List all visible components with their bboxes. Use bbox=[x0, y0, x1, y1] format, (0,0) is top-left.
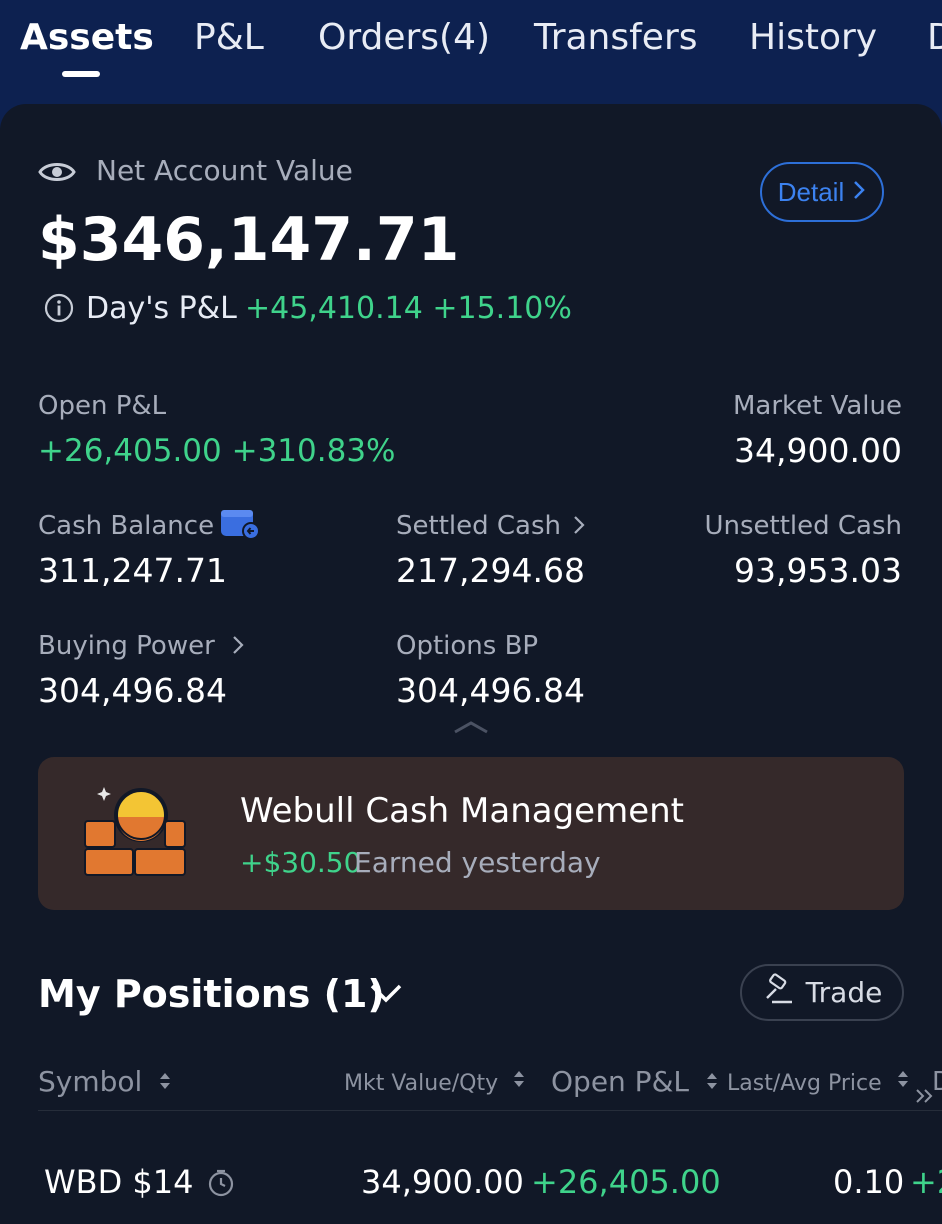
position-open-pl: +26,405.00 bbox=[531, 1163, 721, 1201]
clock-icon bbox=[206, 1168, 236, 1202]
chevron-down-icon[interactable] bbox=[368, 980, 404, 1010]
tab-history[interactable]: History bbox=[749, 14, 877, 62]
position-mkt-value: 34,900.00 bbox=[361, 1163, 524, 1201]
settled-cash-value: 217,294.68 bbox=[396, 551, 585, 590]
trade-label: Trade bbox=[805, 976, 883, 1009]
column-open-pl-label: Open P&L bbox=[551, 1065, 690, 1098]
net-account-value: $346,147.71 bbox=[38, 205, 460, 275]
options-bp-value: 304,496.84 bbox=[396, 671, 585, 710]
tab-pl[interactable]: P&L bbox=[194, 14, 264, 62]
column-last-avg-price-label: Last/Avg Price bbox=[727, 1071, 882, 1096]
settled-cash-label[interactable]: Settled Cash bbox=[396, 509, 561, 543]
cash-balance-label: Cash Balance bbox=[38, 511, 215, 541]
double-chevron-icon[interactable] bbox=[914, 1086, 938, 1110]
options-bp-label: Options BP bbox=[396, 631, 539, 661]
column-mkt-value-label: Mkt Value/Qty bbox=[344, 1071, 499, 1096]
sort-icon bbox=[159, 1066, 171, 1100]
top-tab-bar: Assets P&L Orders(4) Transfers History D bbox=[0, 0, 942, 120]
promo-earned-text: Earned yesterday bbox=[354, 846, 601, 879]
tab-more[interactable]: D bbox=[927, 14, 942, 62]
chevron-right-icon[interactable] bbox=[231, 634, 245, 660]
chevron-right-icon[interactable] bbox=[572, 514, 586, 540]
open-pl-label: Open P&L bbox=[38, 391, 167, 421]
tab-transfers[interactable]: Transfers bbox=[534, 14, 698, 62]
promo-title: Webull Cash Management bbox=[240, 791, 684, 831]
market-value: 34,900.00 bbox=[734, 431, 902, 470]
column-open-pl[interactable]: Open P&L bbox=[551, 1065, 718, 1100]
chevron-right-icon bbox=[852, 177, 866, 208]
open-pl-value: +26,405.00 +310.83% bbox=[38, 433, 396, 469]
net-account-label: Net Account Value bbox=[96, 154, 353, 187]
tab-orders[interactable]: Orders(4) bbox=[318, 14, 490, 62]
trade-button[interactable]: Trade bbox=[740, 964, 904, 1021]
gavel-icon bbox=[762, 973, 796, 1012]
sort-icon bbox=[513, 1067, 525, 1101]
unsettled-cash-value: 93,953.03 bbox=[734, 551, 902, 590]
chevron-up-icon[interactable] bbox=[452, 718, 490, 740]
positions-title[interactable]: My Positions (1) bbox=[38, 969, 385, 1019]
wallet-icon[interactable] bbox=[220, 507, 262, 547]
detail-label: Detail bbox=[777, 176, 845, 207]
position-symbol: WBD $14 bbox=[44, 1163, 194, 1201]
cash-balance-value: 311,247.71 bbox=[38, 551, 227, 590]
buying-power-value: 304,496.84 bbox=[38, 671, 227, 710]
active-tab-indicator bbox=[62, 71, 100, 77]
unsettled-cash-label: Unsettled Cash bbox=[704, 511, 902, 541]
column-mkt-value[interactable]: Mkt Value/Qty bbox=[344, 1067, 525, 1101]
buying-power-label[interactable]: Buying Power bbox=[38, 629, 215, 663]
column-symbol[interactable]: Symbol bbox=[38, 1065, 171, 1100]
column-symbol-label: Symbol bbox=[38, 1065, 143, 1098]
position-extra: +2 bbox=[910, 1163, 942, 1201]
coin-bricks-icon bbox=[82, 783, 192, 883]
market-value-label: Market Value bbox=[732, 391, 902, 421]
day-pl-label: Day's P&L bbox=[86, 291, 237, 326]
eye-icon[interactable] bbox=[38, 156, 76, 192]
position-last-price: 0.10 bbox=[833, 1163, 905, 1201]
cash-management-card[interactable]: Webull Cash Management +$30.50 Earned ye… bbox=[38, 757, 904, 910]
header-divider bbox=[38, 1110, 942, 1111]
promo-earned-amount: +$30.50 bbox=[240, 846, 362, 879]
detail-button[interactable]: Detail bbox=[760, 162, 884, 222]
column-last-avg-price[interactable]: Last/Avg Price bbox=[727, 1067, 909, 1101]
sort-icon bbox=[706, 1066, 718, 1100]
tab-assets[interactable]: Assets bbox=[20, 14, 154, 62]
info-icon[interactable] bbox=[44, 293, 74, 327]
sort-icon bbox=[897, 1067, 909, 1101]
day-pl-value: +45,410.14 +15.10% bbox=[245, 291, 572, 326]
